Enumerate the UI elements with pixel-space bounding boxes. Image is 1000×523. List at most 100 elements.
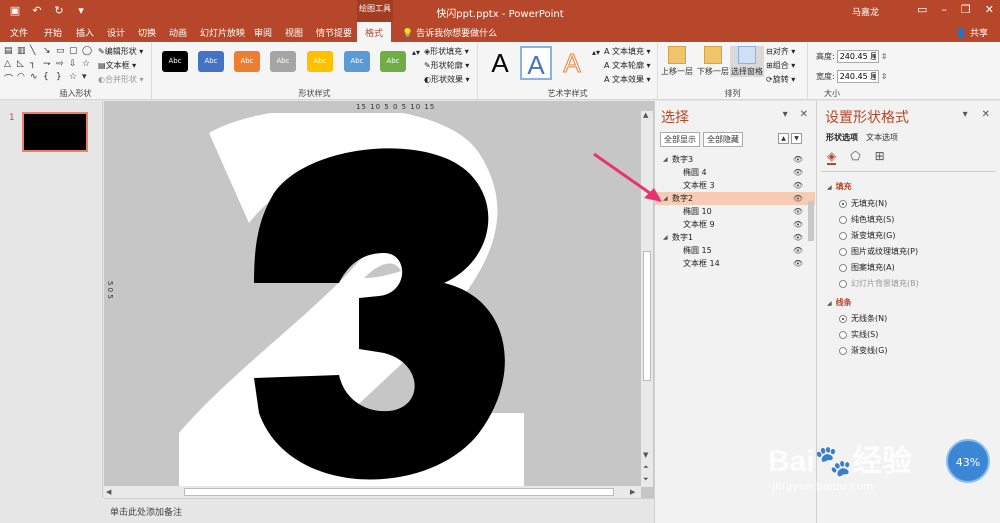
brace-right-shape-icon[interactable]: } (56, 72, 68, 84)
tab-storyboard[interactable]: 情节提要 (316, 26, 352, 39)
visibility-eye-icon[interactable]: 👁 (793, 257, 803, 270)
scroll-right-icon[interactable]: ▶ (630, 488, 635, 496)
share-button[interactable]: 👤 共享 (956, 26, 988, 39)
oval-shape-icon[interactable]: ◯ (82, 46, 94, 58)
arrow-right-shape-icon[interactable]: ⇨ (56, 59, 68, 71)
tab-format[interactable]: 格式 (357, 22, 392, 42)
tab-insert[interactable]: 插入 (76, 26, 94, 39)
format-pane-close-icon[interactable]: ✕ (982, 109, 990, 120)
rectangle-shape-icon[interactable]: ▭ (56, 46, 68, 58)
rounded-rectangle-shape-icon[interactable]: ▢ (69, 46, 81, 58)
radio-option[interactable]: 无填充(N) (839, 198, 887, 209)
visibility-eye-icon[interactable]: 👁 (793, 218, 803, 231)
pane-options-icon[interactable]: ▾ (783, 109, 788, 120)
radio-option[interactable]: 渐变线(G) (839, 345, 887, 356)
tab-review[interactable]: 审阅 (254, 26, 272, 39)
previous-slide-icon[interactable]: ⏶ (643, 463, 649, 472)
ribbon-display-icon[interactable]: ▭ (917, 3, 927, 16)
shape-style-preset-4[interactable]: Abc (270, 51, 296, 72)
tab-animations[interactable]: 动画 (169, 26, 187, 39)
more-shapes-icon[interactable]: ▾ (82, 72, 94, 84)
tab-file[interactable]: 文件 (10, 26, 28, 39)
visibility-eye-icon[interactable]: 👁 (793, 179, 803, 192)
radio-option[interactable]: 图案填充(A) (839, 262, 895, 273)
tab-design[interactable]: 设计 (107, 26, 125, 39)
selection-group-item[interactable]: ◢ 数字1 👁 (655, 231, 815, 244)
text-fill-button[interactable]: A 文本填充 ▾ (604, 46, 651, 57)
user-name[interactable]: 马嘉龙 (852, 5, 879, 18)
visibility-eye-icon[interactable]: 👁 (793, 244, 803, 257)
tab-view[interactable]: 视图 (285, 26, 303, 39)
digit-3-shape[interactable] (254, 148, 505, 480)
shape-style-preset-3[interactable]: Abc (234, 51, 260, 72)
line-shape-icon[interactable]: ╲ (30, 46, 42, 58)
bring-forward-button[interactable]: 上移一层 (660, 46, 694, 77)
visibility-eye-icon[interactable]: 👁 (793, 231, 803, 244)
rotate-button[interactable]: ⟳旋转 ▾ (766, 74, 795, 85)
textbox-shape-icon[interactable]: ▤ (4, 46, 16, 58)
shape-style-preset-5[interactable]: Abc (307, 51, 333, 72)
slide-canvas[interactable] (179, 107, 633, 491)
tab-slideshow[interactable]: 幻灯片放映 (200, 26, 245, 39)
radio-option[interactable]: 无线条(N) (839, 313, 887, 324)
shape-effects-button[interactable]: ◐形状效果 ▾ (424, 74, 470, 85)
wordart-style-orange[interactable]: A (556, 46, 588, 80)
line-section-header[interactable]: ◢ 线条 (827, 297, 852, 308)
align-button[interactable]: ⊟对齐 ▾ (766, 46, 795, 57)
radio-option[interactable]: 渐变填充(G) (839, 230, 895, 241)
selection-child-item[interactable]: 文本框 14 👁 (655, 257, 815, 270)
selection-pane-button[interactable]: 选择窗格 (730, 46, 764, 77)
selection-child-item[interactable]: 椭圆 10 👁 (655, 205, 815, 218)
horizontal-scroll-thumb[interactable] (184, 488, 614, 496)
shape-outline-button[interactable]: ✎形状轮廓 ▾ (424, 60, 469, 71)
selection-group-item[interactable]: ◢ 数字2 👁 (655, 192, 815, 205)
height-input[interactable] (836, 50, 879, 63)
star-shape-icon[interactable]: ☆ (82, 59, 94, 71)
width-input[interactable] (836, 70, 879, 83)
scroll-up-icon[interactable]: ▲ (643, 111, 648, 119)
shape-gallery[interactable]: ▤ ▥ ╲ ↘ ▭ ▢ ◯ △ ◺ ┐ ⇁ ⇨ ⇩ ☆ ⌒ ◠ ∿ { } ☆ … (4, 46, 94, 85)
hide-all-button[interactable]: 全部隐藏 (703, 132, 743, 147)
arc-shape-icon[interactable]: ◠ (17, 72, 29, 84)
fill-line-icon[interactable]: ◈ (827, 149, 837, 165)
edit-shape-button[interactable]: ✎编辑形状 ▾ (98, 46, 143, 57)
selection-pane-close-icon[interactable]: ✕ (800, 109, 808, 120)
arrow-line-shape-icon[interactable]: ↘ (43, 46, 55, 58)
scroll-down-icon[interactable]: ▼ (643, 451, 648, 459)
arrow-down-shape-icon[interactable]: ⇩ (69, 59, 81, 71)
triangle-shape-icon[interactable]: △ (4, 59, 16, 71)
format-pane-options-icon[interactable]: ▾ (963, 109, 968, 120)
wordart-style-black[interactable]: A (484, 46, 516, 80)
brace-left-shape-icon[interactable]: { (43, 72, 55, 84)
notes-pane[interactable]: 单击此处添加备注 (104, 498, 654, 523)
gallery-scroll-icon[interactable]: ▴▾ (412, 48, 420, 57)
shape-style-preset-2[interactable]: Abc (198, 51, 224, 72)
horizontal-scrollbar[interactable]: ◀ ▶ (104, 486, 641, 498)
radio-option[interactable]: 图片或纹理填充(P) (839, 246, 918, 257)
tab-transitions[interactable]: 切换 (138, 26, 156, 39)
text-outline-button[interactable]: A 文本轮廓 ▾ (604, 60, 651, 71)
right-triangle-shape-icon[interactable]: ◺ (17, 59, 29, 71)
selection-child-item[interactable]: 椭圆 4 👁 (655, 166, 815, 179)
restore-icon[interactable]: ❐ (961, 3, 971, 16)
tab-home[interactable]: 开始 (44, 26, 62, 39)
shape-fill-button[interactable]: ◈形状填充 ▾ (424, 46, 469, 57)
move-down-icon[interactable]: ▼ (791, 133, 802, 144)
tab-shape-options[interactable]: 形状选项 (826, 132, 858, 143)
show-all-button[interactable]: 全部显示 (660, 132, 700, 147)
wordart-style-blue[interactable]: A (520, 46, 552, 80)
tab-text-options[interactable]: 文本选项 (866, 132, 898, 143)
tell-me-search[interactable]: 💡 告诉我你想要做什么 (402, 26, 497, 39)
scroll-left-icon[interactable]: ◀ (106, 488, 111, 496)
freeform-shape-icon[interactable]: ⌒ (4, 72, 16, 85)
text-effects-button[interactable]: A 文本效果 ▾ (604, 74, 651, 85)
width-spinner-icon[interactable]: ⇳ (881, 72, 888, 81)
expand-triangle-icon[interactable]: ◢ (663, 231, 668, 244)
visibility-eye-icon[interactable]: 👁 (793, 166, 803, 179)
elbow-arrow-shape-icon[interactable]: ⇁ (43, 59, 55, 71)
selection-child-item[interactable]: 椭圆 15 👁 (655, 244, 815, 257)
star-small-shape-icon[interactable]: ☆ (69, 72, 81, 84)
vertical-textbox-shape-icon[interactable]: ▥ (17, 46, 29, 58)
fill-section-header[interactable]: ◢ 填充 (827, 181, 852, 192)
selection-pane-scrollbar[interactable] (808, 201, 814, 241)
